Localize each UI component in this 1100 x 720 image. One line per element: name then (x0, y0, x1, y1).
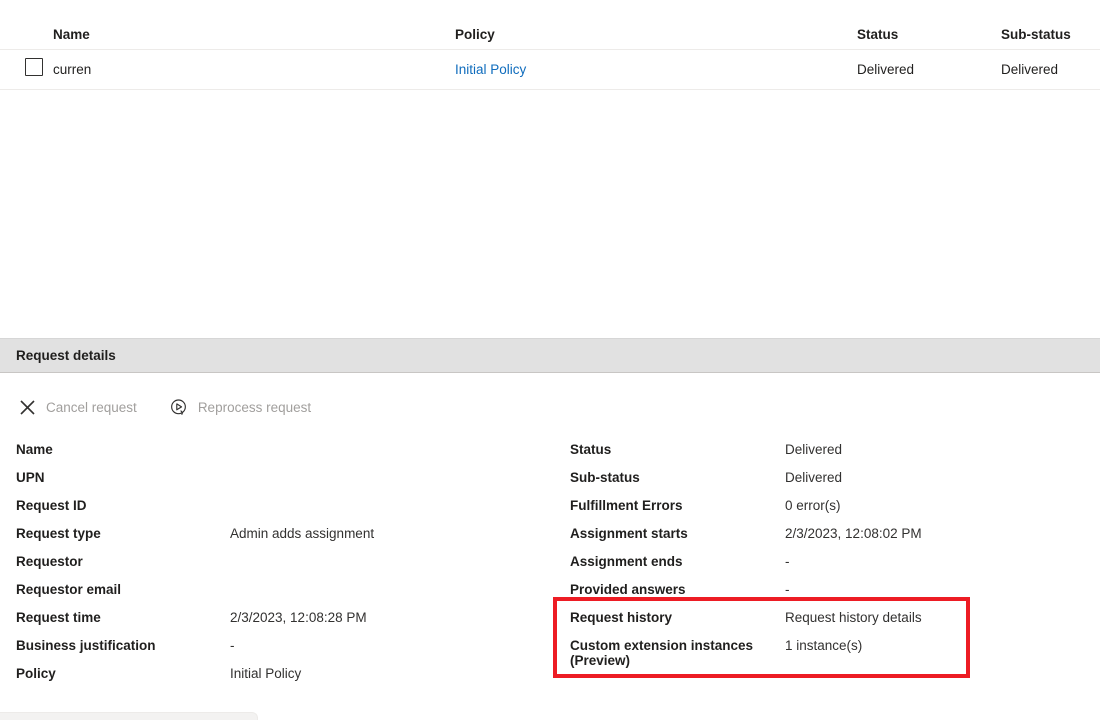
field-assignment-starts: Assignment starts 2/3/2023, 12:08:02 PM (570, 520, 1080, 548)
field-business-justification: Business justification - (16, 632, 546, 660)
cell-name: curren (53, 62, 91, 77)
field-name-label: Name (16, 436, 230, 457)
page-title: Request details (16, 348, 116, 363)
field-sub-status-label: Sub-status (570, 464, 785, 485)
field-business-justification-value: - (230, 632, 235, 653)
field-request-type: Request type Admin adds assignment (16, 520, 546, 548)
column-header-policy[interactable]: Policy (455, 27, 495, 42)
grid-header-row: Name Policy Status Sub-status (0, 0, 1100, 50)
field-requestor: Requestor (16, 548, 546, 576)
field-request-type-label: Request type (16, 520, 230, 541)
column-header-name[interactable]: Name (53, 27, 90, 42)
field-custom-extension-instances-label: Custom extension instances (Preview) (570, 632, 785, 668)
field-business-justification-label: Business justification (16, 632, 230, 653)
request-details-header: Request details (0, 338, 1100, 373)
field-status-label: Status (570, 436, 785, 457)
reprocess-request-label: Reprocess request (198, 400, 311, 415)
field-sub-status-value: Delivered (785, 464, 842, 485)
field-status: Status Delivered (570, 436, 1080, 464)
field-fulfillment-errors-label: Fulfillment Errors (570, 492, 785, 513)
cancel-request-label: Cancel request (46, 400, 137, 415)
field-assignment-ends-label: Assignment ends (570, 548, 785, 569)
cancel-request-button[interactable]: Cancel request (16, 392, 137, 422)
field-request-type-value: Admin adds assignment (230, 520, 374, 541)
table-row[interactable]: curren Initial Policy Delivered Delivere… (0, 50, 1100, 90)
policy-link[interactable]: Initial Policy (455, 62, 526, 77)
field-policy: Policy Initial Policy (16, 660, 546, 688)
cell-sub-status: Delivered (1001, 62, 1058, 77)
cell-policy[interactable]: Initial Policy (455, 62, 526, 77)
field-provided-answers-value: - (785, 576, 790, 597)
column-header-sub-status[interactable]: Sub-status (1001, 27, 1071, 42)
field-fulfillment-errors: Fulfillment Errors 0 error(s) (570, 492, 1080, 520)
field-requestor-label: Requestor (16, 548, 230, 569)
field-assignment-starts-label: Assignment starts (570, 520, 785, 541)
bottom-download-bar (0, 712, 258, 720)
field-requestor-email: Requestor email (16, 576, 546, 604)
details-right-column: Status Delivered Sub-status Delivered Fu… (570, 436, 1080, 678)
column-header-status[interactable]: Status (857, 27, 898, 42)
field-assignment-ends: Assignment ends - (570, 548, 1080, 576)
row-select-checkbox[interactable] (25, 58, 43, 81)
custom-extension-instances-link[interactable]: 1 instance(s) (785, 632, 862, 653)
field-request-time-label: Request time (16, 604, 230, 625)
field-status-value: Delivered (785, 436, 842, 457)
field-provided-answers-label: Provided answers (570, 576, 785, 597)
reprocess-icon (168, 396, 190, 418)
field-assignment-starts-value: 2/3/2023, 12:08:02 PM (785, 520, 922, 541)
field-request-history: Request history Request history details (570, 604, 1080, 632)
field-name: Name (16, 436, 546, 464)
field-policy-link[interactable]: Initial Policy (230, 660, 301, 681)
field-custom-extension-instances: Custom extension instances (Preview) 1 i… (570, 632, 1080, 678)
field-policy-label: Policy (16, 660, 230, 681)
field-requestor-email-label: Requestor email (16, 576, 230, 597)
field-request-history-label: Request history (570, 604, 785, 625)
requests-grid: Name Policy Status Sub-status curren Ini… (0, 0, 1100, 90)
field-request-id-label: Request ID (16, 492, 230, 513)
cell-status: Delivered (857, 62, 914, 77)
details-command-bar: Cancel request Reprocess request (0, 392, 1100, 422)
reprocess-request-button[interactable]: Reprocess request (168, 392, 311, 422)
field-sub-status: Sub-status Delivered (570, 464, 1080, 492)
field-request-time: Request time 2/3/2023, 12:08:28 PM (16, 604, 546, 632)
field-upn: UPN (16, 464, 546, 492)
checkbox-box[interactable] (25, 58, 43, 76)
details-left-column: Name UPN Request ID Request type Admin a… (16, 436, 546, 688)
field-assignment-ends-value: - (785, 548, 790, 569)
field-fulfillment-errors-value: 0 error(s) (785, 492, 841, 513)
field-provided-answers: Provided answers - (570, 576, 1080, 604)
field-request-time-value: 2/3/2023, 12:08:28 PM (230, 604, 367, 625)
close-icon (16, 396, 38, 418)
field-upn-label: UPN (16, 464, 230, 485)
request-details-page: Name Policy Status Sub-status curren Ini… (0, 0, 1100, 720)
field-request-id: Request ID (16, 492, 546, 520)
request-history-details-link[interactable]: Request history details (785, 604, 922, 625)
